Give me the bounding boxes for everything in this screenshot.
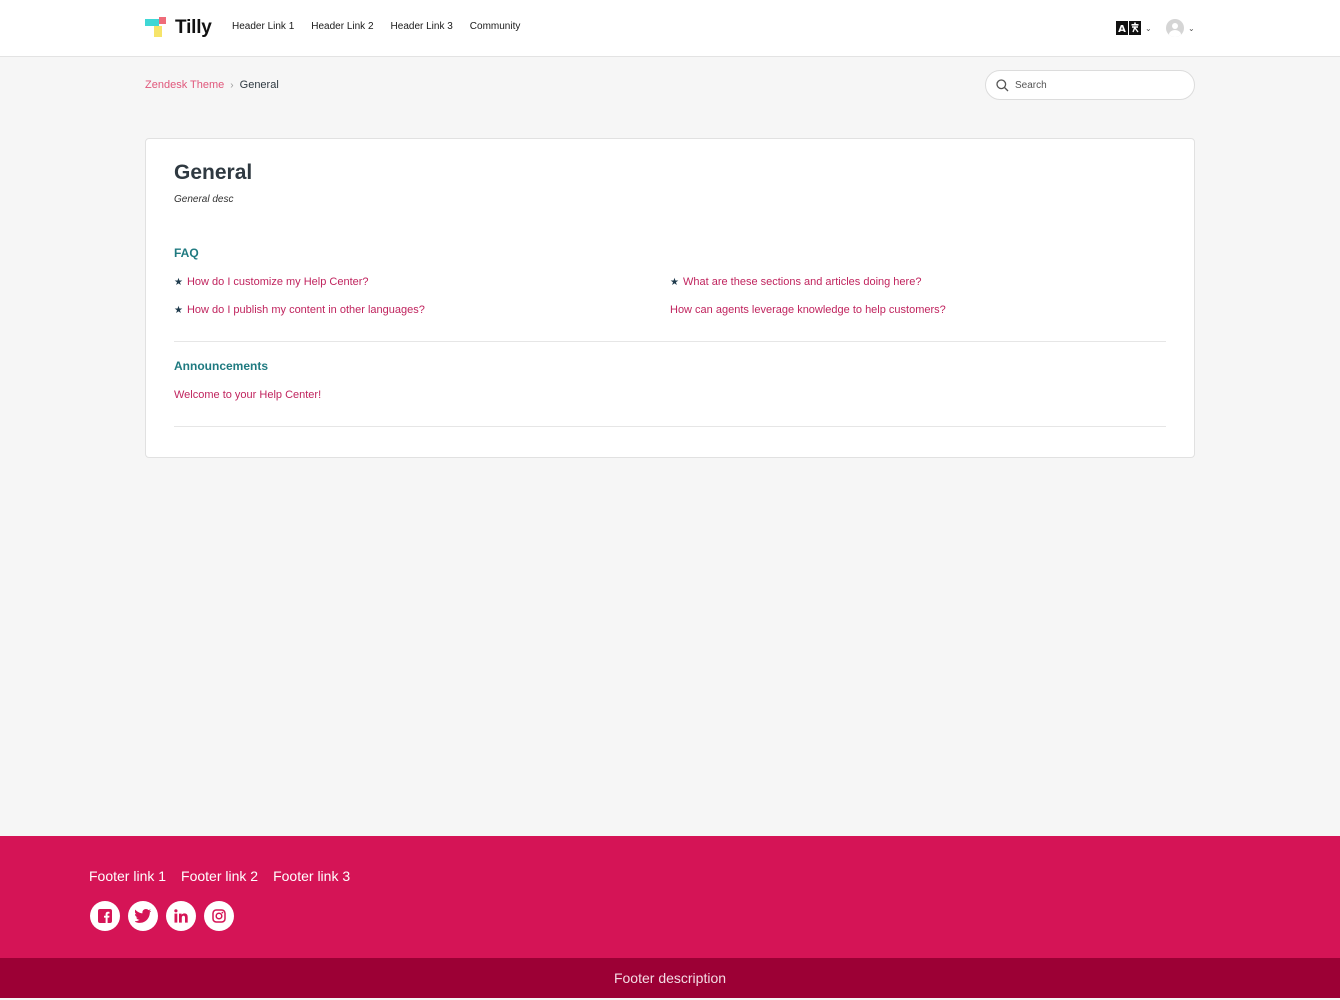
site-header: Tilly Header Link 1 Header Link 2 Header… (0, 0, 1340, 57)
user-menu[interactable]: ⌄ (1166, 19, 1195, 37)
avatar-icon (1166, 19, 1184, 37)
section-divider (174, 341, 1166, 342)
category-card: General General desc FAQ ★ How do I cust… (145, 138, 1195, 458)
section-title-announcements[interactable]: Announcements (174, 359, 268, 373)
article-title: What are these sections and articles doi… (682, 276, 922, 288)
article-link[interactable]: How can agents leverage knowledge to hel… (670, 304, 946, 316)
breadcrumb: Zendesk Theme › General (145, 79, 279, 91)
breadcrumb-link-home[interactable]: Zendesk Theme (145, 79, 224, 91)
header-nav: Header Link 1 Header Link 2 Header Link … (232, 21, 520, 32)
translate-icon: A (1116, 21, 1141, 35)
instagram-icon[interactable] (204, 901, 234, 931)
article-link[interactable]: Welcome to your Help Center! (174, 389, 321, 401)
star-icon: ★ (174, 276, 183, 288)
chevron-down-icon: ⌄ (1188, 23, 1195, 33)
page-title: General (174, 161, 253, 184)
brand-name: Tilly (175, 17, 212, 38)
article-link[interactable]: ★ What are these sections and articles d… (670, 276, 921, 288)
page-description: General desc (174, 194, 234, 205)
brand-logo[interactable]: Tilly (145, 17, 212, 39)
footer-link-1[interactable]: Footer link 1 (89, 868, 166, 884)
facebook-icon[interactable] (90, 901, 120, 931)
site-footer: Footer link 1 Footer link 2 Footer link … (0, 836, 1340, 958)
footer-description: Footer description (0, 958, 1340, 998)
chevron-down-icon: ⌄ (1145, 23, 1152, 33)
header-link-2[interactable]: Header Link 2 (311, 21, 373, 32)
article-link[interactable]: ★ How do I publish my content in other l… (174, 304, 425, 316)
header-link-community[interactable]: Community (470, 21, 521, 32)
footer-link-2[interactable]: Footer link 2 (181, 868, 258, 884)
header-link-3[interactable]: Header Link 3 (391, 21, 453, 32)
article-link[interactable]: ★ How do I customize my Help Center? (174, 276, 369, 288)
linkedin-icon[interactable] (166, 901, 196, 931)
section-title-faq[interactable]: FAQ (174, 246, 199, 260)
breadcrumb-current: General (239, 79, 279, 91)
article-title: How do I publish my content in other lan… (186, 304, 425, 316)
search-input[interactable] (1015, 79, 1175, 91)
article-title: Welcome to your Help Center! (174, 389, 322, 401)
article-title: How can agents leverage knowledge to hel… (670, 304, 946, 316)
breadcrumb-separator: › (230, 79, 234, 91)
logo-icon (145, 17, 167, 39)
search-box (985, 70, 1195, 100)
section-divider (174, 426, 1166, 427)
footer-link-3[interactable]: Footer link 3 (273, 868, 350, 884)
search-icon (996, 78, 1009, 91)
header-link-1[interactable]: Header Link 1 (232, 21, 294, 32)
svg-text:A: A (1118, 24, 1126, 35)
social-links (90, 901, 234, 931)
language-selector[interactable]: A ⌄ (1116, 21, 1152, 35)
star-icon: ★ (174, 304, 183, 316)
footer-links: Footer link 1 Footer link 2 Footer link … (89, 868, 350, 884)
star-icon: ★ (670, 276, 679, 288)
article-title: How do I customize my Help Center? (186, 276, 369, 288)
twitter-icon[interactable] (128, 901, 158, 931)
